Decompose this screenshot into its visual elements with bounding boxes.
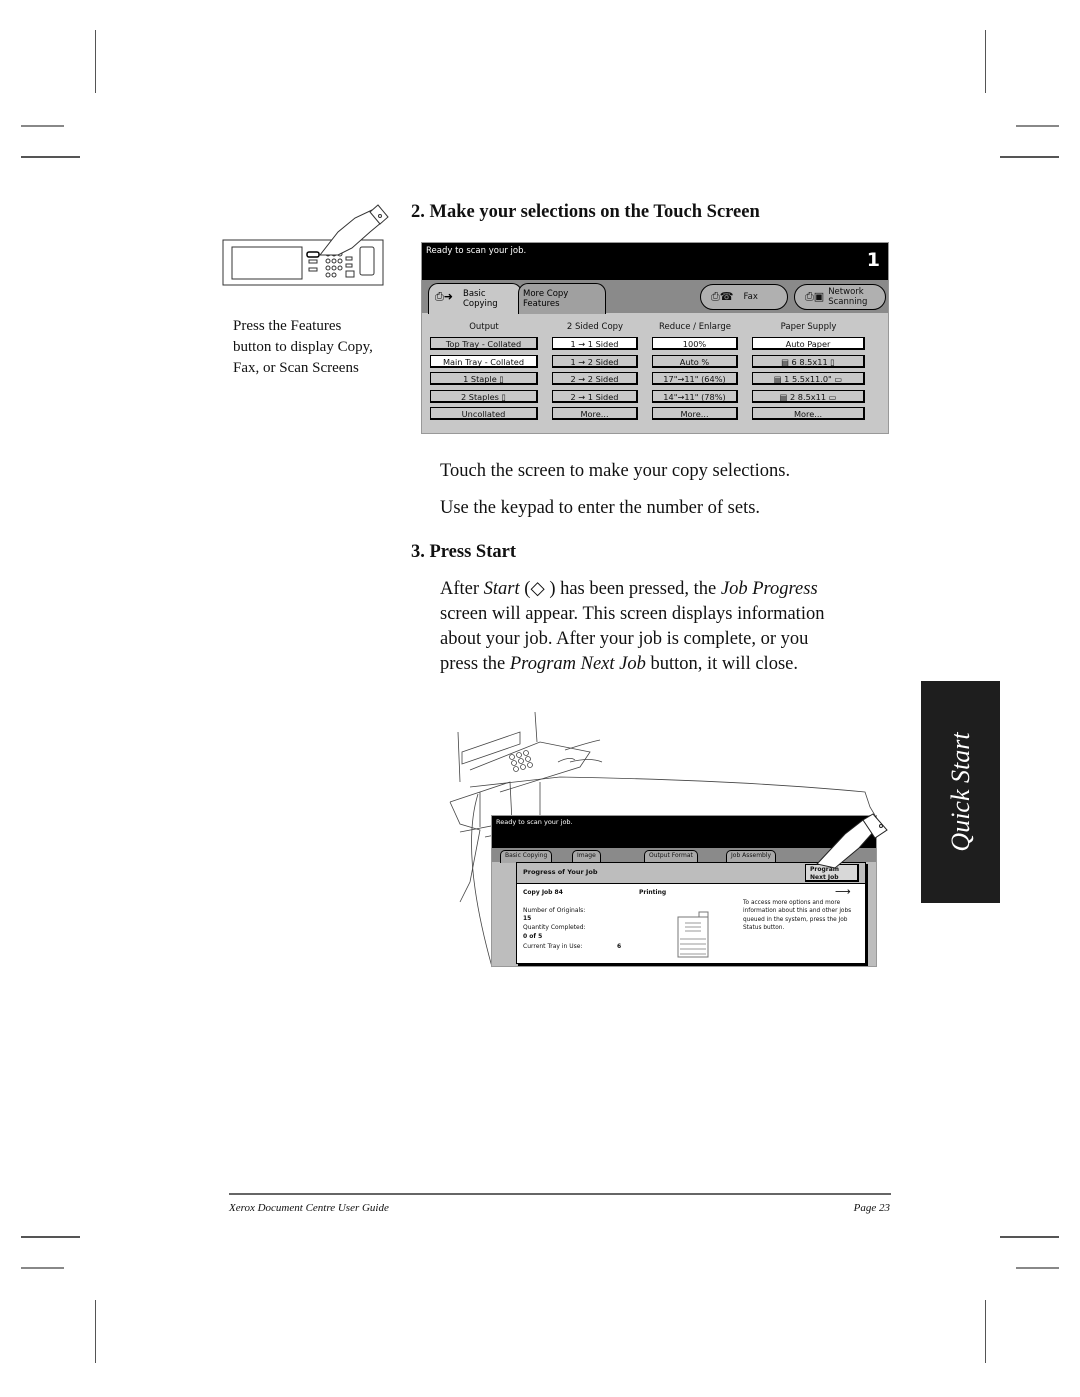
progress-dialog: Progress of Your Job Program Next Job Cop… (516, 862, 866, 964)
quick-start-tab: Quick Start (921, 681, 1000, 903)
instruction-touch: Touch the screen to make your copy selec… (440, 461, 791, 481)
crop-mark (21, 1267, 64, 1269)
tab-label: Copying (463, 299, 498, 309)
features-caption: Press the Features button to display Cop… (233, 316, 413, 379)
status-bar: Ready to scan your job. 1 (422, 243, 888, 280)
crop-mark (21, 156, 80, 158)
tab-label: Features (523, 299, 560, 309)
step2-heading: 2. Make your selections on the Touch Scr… (411, 202, 760, 222)
copy-count: 1 (866, 249, 880, 271)
control-panel-illustration (222, 204, 389, 286)
option-button[interactable]: 100% (652, 337, 738, 350)
column-header: Reduce / Enlarge (658, 322, 731, 332)
tray-label: Current Tray in Use: (523, 943, 583, 950)
tab-basic-copying[interactable]: ⎙➜ Basic Copying (428, 283, 522, 314)
option-button[interactable]: Top Tray - Collated (430, 337, 538, 350)
caption-line: button to display Copy, (233, 339, 373, 355)
column-header: 2 Sided Copy (566, 322, 624, 332)
copier-icon: ⎙➜ (435, 290, 454, 303)
option-button[interactable]: Auto % (652, 354, 738, 368)
option-button[interactable]: 2 → 2 Sided (552, 372, 638, 385)
crop-mark (985, 30, 986, 93)
originals-label: Number of Originals: (523, 907, 586, 914)
job-name: Copy Job 84 (523, 889, 563, 896)
option-column: Reduce / Enlarge 100% Auto % 17"→11" (64%) 1… (652, 321, 738, 425)
quantity-label: Quantity Completed: (523, 924, 586, 931)
option-button[interactable]: ▤ 1 5.5x11.0" ▭ (752, 372, 865, 385)
caption-line: Press the Features (233, 318, 342, 334)
touch-screen: Ready to scan your job. 1 ⎙➜ Basic Copyin… (421, 242, 889, 434)
quick-start-label: Quick Start (945, 732, 975, 852)
progress-header: Progress of Your Job Program Next Job (517, 863, 865, 884)
fax-label: Fax (743, 292, 758, 302)
network-label: Scanning (828, 297, 868, 307)
crop-mark (1000, 156, 1059, 158)
option-column: Output Top Tray - Collated Main Tray - Col… (430, 321, 538, 425)
tab-label: More Copy (523, 289, 569, 299)
network-label: Network (828, 287, 864, 297)
option-column: 2 Sided Copy 1 → 1 Sided 1 → 2 Sided 2 → 2 … (552, 321, 638, 425)
option-button[interactable]: 2 Staples ▯ (430, 389, 538, 403)
fax-icon: ⎙☎ (711, 290, 734, 303)
option-button[interactable]: Main Tray - Collated (430, 354, 538, 368)
column-header: Paper Supply (780, 322, 837, 332)
crop-mark (95, 30, 96, 93)
crop-mark (1016, 1267, 1059, 1269)
crop-mark (985, 1300, 986, 1363)
crop-mark (21, 1236, 80, 1238)
crop-mark (95, 1300, 96, 1363)
printer-icon (677, 911, 709, 958)
option-button[interactable]: 1 → 1 Sided (552, 337, 638, 350)
start-icon: ◇ (530, 579, 545, 599)
progress-title: Progress of Your Job (523, 868, 598, 876)
copy-options: Output Top Tray - Collated Main Tray - Col… (422, 313, 888, 425)
step3-heading: 3. Press Start (411, 542, 516, 562)
column-header: Output (469, 322, 499, 332)
option-button[interactable]: More... (552, 407, 638, 420)
option-button[interactable]: ▤ 2 8.5x11 ▭ (752, 389, 865, 403)
crop-mark (21, 125, 64, 127)
option-button[interactable]: 2 → 1 Sided (552, 389, 638, 403)
instruction-keypad: Use the keypad to enter the number of se… (440, 498, 761, 518)
job-state: Printing (639, 889, 667, 896)
option-button[interactable]: ▤ 6 8.5x11 ▯ (752, 354, 865, 368)
tab-more-copy-features[interactable]: More Copy Features (518, 283, 606, 314)
option-button[interactable]: 1 → 2 Sided (552, 354, 638, 368)
footer-title: Xerox Document Centre User Guide (229, 1202, 389, 1214)
quantity-value: 0 of 5 (523, 933, 543, 940)
caption-line: Fax, or Scan Screens (233, 360, 359, 376)
option-button[interactable]: 14"→11" (78%) (652, 389, 738, 403)
option-button[interactable]: More... (752, 407, 865, 420)
page-number: Page 23 (853, 1202, 890, 1214)
info-text: To access more options and more informat… (743, 900, 852, 931)
option-button[interactable]: 17"→11" (64%) (652, 372, 738, 385)
option-button[interactable]: Uncollated (430, 407, 538, 420)
option-button[interactable]: 1 Staple ▯ (430, 372, 538, 385)
option-column: Paper Supply Auto Paper ▤ 6 8.5x11 ▯ ▤ 1 5.… (752, 321, 865, 425)
originals-value: 15 (523, 915, 532, 922)
step3-paragraph: After Start (◇ ) has been pressed, the J… (440, 579, 825, 674)
tab-label: Basic (463, 289, 486, 299)
status-message: Ready to scan your job. (426, 246, 527, 256)
network-scanning-button[interactable]: ⎙▣ Network Scanning (794, 284, 886, 310)
fax-button[interactable]: ⎙☎ Fax (700, 284, 788, 310)
tab-bar: ⎙➜ Basic Copying More Copy Features ⎙☎ Fax… (422, 280, 888, 314)
option-button[interactable]: Auto Paper (752, 337, 865, 350)
footer-rule (229, 1193, 891, 1195)
crop-mark (1000, 1236, 1059, 1238)
option-button[interactable]: More... (652, 407, 738, 420)
network-scan-icon: ⎙▣ (805, 290, 825, 303)
tray-value: 6 (617, 943, 622, 950)
crop-mark (1016, 125, 1059, 127)
arrow-icon: ⟶ (835, 885, 851, 898)
pointing-hand-icon (816, 813, 888, 869)
